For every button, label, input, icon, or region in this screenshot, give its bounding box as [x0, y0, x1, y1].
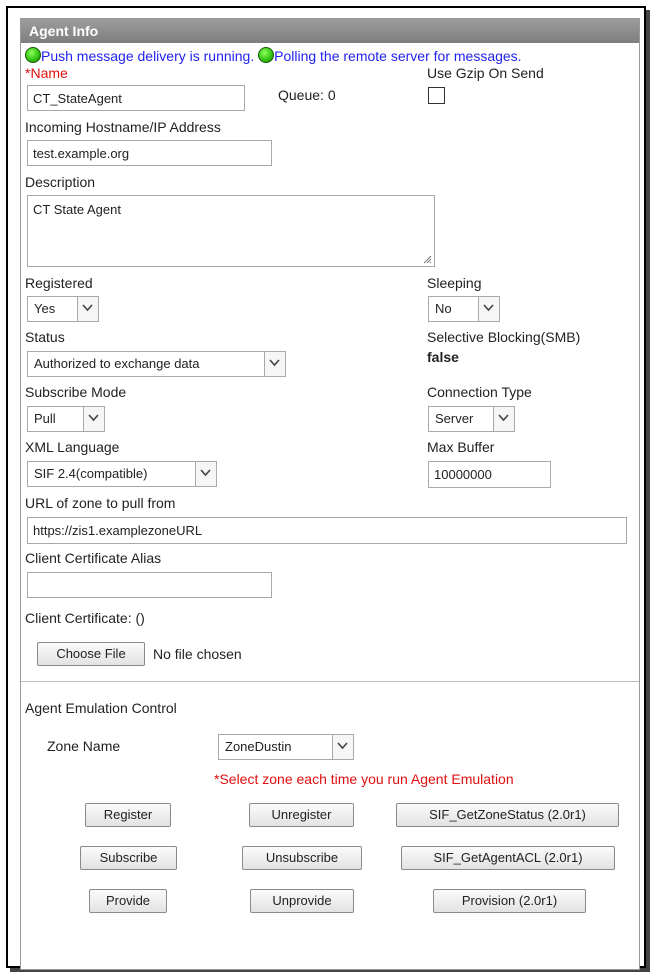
unsubscribe-button[interactable]: Unsubscribe [242, 846, 362, 870]
status-line: Push message delivery is running. Pollin… [25, 47, 522, 64]
gzip-label: Use Gzip On Send [427, 65, 544, 81]
poll-status-icon [258, 47, 275, 63]
no-file-text: No file chosen [153, 646, 242, 662]
status-value: Authorized to exchange data [34, 356, 200, 371]
chevron-down-icon [83, 407, 104, 431]
unprovide-button[interactable]: Unprovide [250, 889, 354, 913]
queue-count: Queue: 0 [278, 87, 336, 103]
subscribe-mode-value: Pull [34, 411, 56, 426]
registered-value: Yes [34, 301, 56, 316]
poll-status-text: Polling the remote server for messages. [274, 48, 522, 64]
xml-language-select[interactable]: SIF 2.4(compatible) [27, 461, 217, 487]
smb-label: Selective Blocking(SMB) [427, 329, 581, 345]
zone-name-label: Zone Name [47, 738, 121, 754]
hostname-input[interactable] [27, 140, 272, 166]
max-buffer-input[interactable] [428, 461, 551, 488]
description-textarea[interactable]: CT State Agent [27, 195, 435, 267]
chevron-down-icon [332, 735, 353, 759]
xml-language-value: SIF 2.4(compatible) [34, 466, 148, 481]
name-input[interactable] [27, 85, 245, 111]
registered-select[interactable]: Yes [27, 296, 99, 322]
agent-info-panel: Agent Info Push message delivery is runn… [20, 18, 640, 970]
registered-label: Registered [25, 275, 93, 291]
gzip-checkbox[interactable] [428, 87, 445, 104]
status-select[interactable]: Authorized to exchange data [27, 351, 286, 377]
description-value: CT State Agent [33, 202, 121, 217]
get-agent-acl-button[interactable]: SIF_GetAgentACL (2.0r1) [401, 846, 615, 870]
emulation-title: Agent Emulation Control [25, 700, 177, 716]
choose-file-button[interactable]: Choose File [37, 642, 145, 666]
status-label: Status [25, 329, 65, 345]
chevron-down-icon [478, 297, 499, 321]
chevron-down-icon [195, 462, 216, 486]
window-frame: Agent Info Push message delivery is runn… [6, 6, 646, 970]
smb-value: false [427, 349, 459, 365]
subscribe-mode-select[interactable]: Pull [27, 406, 105, 432]
cert-alias-input[interactable] [27, 572, 272, 598]
subscribe-mode-label: Subscribe Mode [25, 384, 127, 400]
name-label: *Name [25, 65, 68, 81]
zone-url-label: URL of zone to pull from [25, 495, 176, 511]
sleeping-value: No [435, 301, 452, 316]
chevron-down-icon [77, 297, 98, 321]
chevron-down-icon [493, 407, 514, 431]
connection-type-value: Server [435, 411, 474, 426]
zone-select-note: *Select zone each time you run Agent Emu… [214, 771, 514, 787]
zone-url-input[interactable] [27, 517, 627, 544]
subscribe-button[interactable]: Subscribe [80, 846, 177, 870]
get-zone-status-button[interactable]: SIF_GetZoneStatus (2.0r1) [396, 803, 619, 827]
hostname-label: Incoming Hostname/IP Address [25, 119, 221, 135]
provision-button[interactable]: Provision (2.0r1) [433, 889, 586, 913]
connection-type-label: Connection Type [427, 384, 532, 400]
resize-grip-icon[interactable] [423, 255, 432, 264]
cert-alias-label: Client Certificate Alias [25, 550, 162, 566]
provide-button[interactable]: Provide [89, 889, 167, 913]
sleeping-select[interactable]: No [428, 296, 500, 322]
xml-language-label: XML Language [25, 439, 120, 455]
push-status-text: Push message delivery is running. [41, 48, 255, 64]
zone-name-value: ZoneDustin [225, 739, 292, 754]
zone-name-select[interactable]: ZoneDustin [218, 734, 354, 760]
connection-type-select[interactable]: Server [428, 406, 515, 432]
max-buffer-label: Max Buffer [427, 439, 495, 455]
register-button[interactable]: Register [85, 803, 171, 827]
push-status-icon [25, 47, 41, 63]
chevron-down-icon [264, 352, 285, 376]
divider [21, 681, 639, 682]
unregister-button[interactable]: Unregister [249, 803, 354, 827]
description-label: Description [25, 174, 96, 190]
sleeping-label: Sleeping [427, 275, 482, 291]
panel-header: Agent Info [21, 19, 639, 43]
client-cert-label: Client Certificate: () [25, 610, 145, 626]
